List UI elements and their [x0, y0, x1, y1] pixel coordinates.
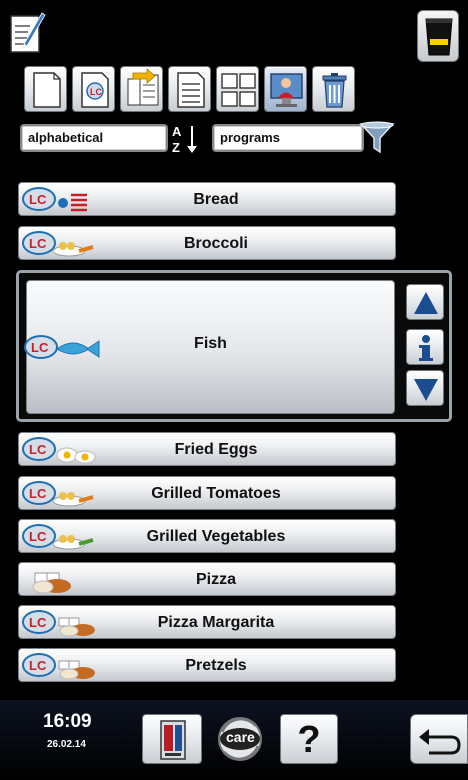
help-icon: ?	[297, 719, 321, 761]
picture-view-button[interactable]	[264, 66, 307, 112]
program-label: Broccoli	[183, 235, 248, 252]
scroll-up-button[interactable]	[406, 284, 444, 320]
filter-select[interactable]: programs	[212, 124, 364, 152]
program-item-pizza-margarita[interactable]: LC Pizza Margarita	[18, 605, 396, 639]
cup-button[interactable]	[417, 10, 459, 62]
svg-text:A: A	[172, 124, 182, 139]
new-program-button[interactable]	[24, 66, 67, 112]
info-button[interactable]	[406, 329, 444, 365]
svg-text:LC: LC	[90, 87, 102, 97]
info-icon	[419, 335, 433, 361]
list-icon	[177, 72, 205, 108]
care-button[interactable]: care	[208, 714, 272, 764]
back-button[interactable]	[410, 714, 468, 764]
sort-az-icon: A Z	[172, 124, 197, 155]
edit-button[interactable]	[10, 10, 46, 56]
program-item-grilled-tomatoes[interactable]: LC Grilled Tomatoes	[18, 476, 396, 510]
program-item-broccoli[interactable]: LC Broccoli	[18, 226, 396, 260]
care-label: care	[226, 729, 255, 745]
list-button[interactable]	[168, 66, 211, 112]
program-item-fried-eggs[interactable]: LC Fried Eggs	[18, 432, 396, 466]
new-program-icon	[33, 72, 61, 108]
grid-view-icon	[221, 73, 256, 107]
picture-view-icon	[270, 73, 303, 107]
program-item-pretzels[interactable]: LC Pretzels	[18, 648, 396, 682]
delete-button[interactable]	[312, 66, 355, 112]
scroll-down-button[interactable]	[406, 370, 444, 406]
program-label: Grilled Vegetables	[146, 528, 286, 545]
program-item-pizza[interactable]: Pizza	[18, 562, 396, 596]
program-label: Pizza	[195, 571, 236, 588]
program-label: Bread	[193, 191, 239, 208]
program-label: Pizza Margarita	[157, 614, 275, 631]
arrow-up-icon	[414, 292, 438, 314]
program-label: Grilled Tomatoes	[151, 485, 281, 502]
edit-icon	[10, 12, 46, 53]
help-button[interactable]: ?	[280, 714, 338, 764]
appliance-button[interactable]	[142, 714, 202, 764]
arrow-down-icon	[414, 379, 438, 401]
oven-icon	[160, 720, 186, 760]
new-lc-program-icon: LC	[81, 72, 109, 108]
funnel-icon	[359, 121, 395, 154]
program-item-grilled-vegetables[interactable]: LC Grilled Vegetables	[18, 519, 396, 553]
sort-select[interactable]: alphabetical	[20, 124, 168, 152]
program-label: Fried Eggs	[174, 441, 258, 458]
svg-text:Z: Z	[172, 140, 180, 155]
clock-date: 26.02.14	[47, 739, 86, 750]
copy-program-button[interactable]	[120, 66, 163, 112]
program-label: Fish	[194, 335, 227, 352]
new-lc-program-button[interactable]: LC	[72, 66, 115, 112]
program-item-bread[interactable]: LC Bread	[18, 182, 396, 216]
cup-icon	[425, 18, 453, 56]
grid-view-button[interactable]	[216, 66, 259, 112]
trash-icon	[322, 73, 347, 108]
program-label: Pretzels	[185, 657, 247, 674]
copy-icon	[127, 68, 159, 106]
filter-button[interactable]	[358, 120, 396, 156]
back-icon	[419, 729, 461, 755]
clock-time: 16:09	[43, 711, 92, 732]
program-item-fish[interactable]: LC Fish	[24, 280, 395, 414]
sort-button[interactable]: A Z	[170, 120, 200, 156]
